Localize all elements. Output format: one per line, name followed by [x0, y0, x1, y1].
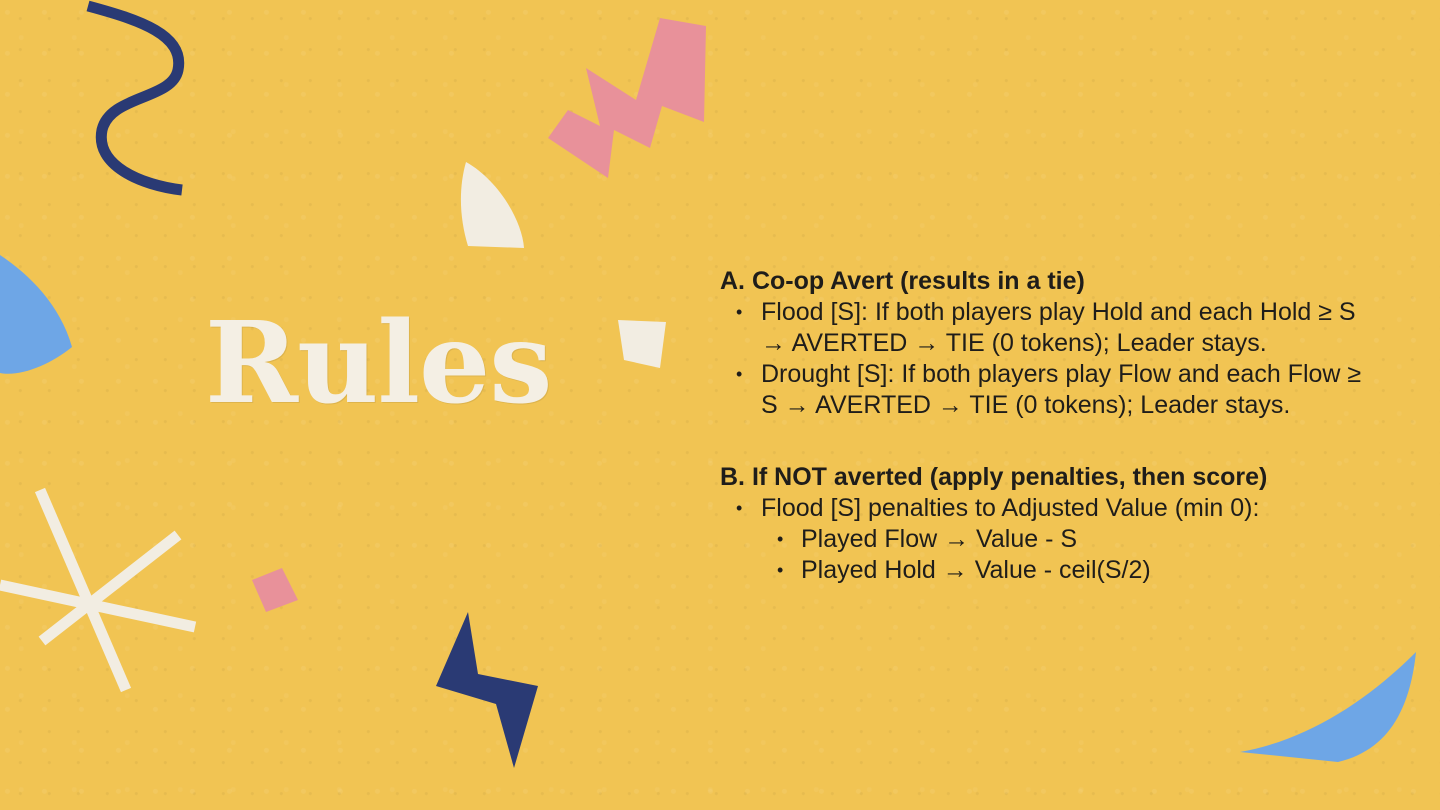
blue-bowl-icon: [1240, 652, 1416, 762]
paper-half-circle-icon: [460, 162, 524, 248]
list-item-label: Flood [S] penalties to Adjusted Value (m…: [761, 494, 1260, 522]
navy-lightning-icon: [436, 612, 538, 768]
section-b-heading: B. If NOT averted (apply penalties, then…: [720, 463, 1268, 491]
rules-content: A. Co-op Avert (results in a tie) Flood …: [720, 266, 1380, 586]
list-item: Drought [S]: If both players play Flow a…: [720, 359, 1380, 421]
slide-title: Rules: [205, 298, 552, 429]
section-a-list: Flood [S]: If both players play Hold and…: [720, 297, 1380, 421]
section-a: A. Co-op Avert (results in a tie) Flood …: [720, 266, 1380, 421]
paper-star-icon: [0, 487, 197, 693]
section-a-heading: A. Co-op Avert (results in a tie): [720, 267, 1085, 295]
sub-list-item: Played Flow → Value - S: [761, 524, 1380, 555]
paper-quad-icon: [618, 320, 666, 368]
blue-leaf-icon: [0, 255, 72, 374]
section-b: B. If NOT averted (apply penalties, then…: [720, 462, 1380, 586]
pink-zigzag-icon: [548, 18, 706, 178]
section-b-list: Flood [S] penalties to Adjusted Value (m…: [720, 493, 1380, 586]
navy-squiggle-icon: [86, 0, 185, 196]
list-item: Flood [S]: If both players play Hold and…: [720, 297, 1380, 359]
pink-square-icon: [252, 568, 298, 612]
sub-list: Played Flow → Value - S Played Hold → Va…: [761, 524, 1380, 586]
list-item: Flood [S] penalties to Adjusted Value (m…: [720, 493, 1380, 586]
sub-list-item: Played Hold → Value - ceil(S/2): [761, 555, 1380, 586]
